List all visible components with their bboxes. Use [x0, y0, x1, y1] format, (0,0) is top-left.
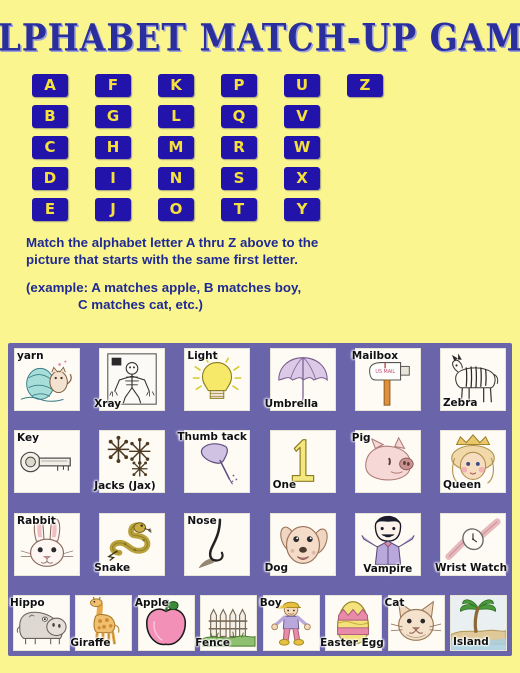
letter-tile-h[interactable]: H [95, 136, 131, 159]
picture-card-hippo[interactable]: Hippo [10, 594, 70, 651]
picture-label: Xray [94, 397, 122, 410]
picture-card-apple[interactable]: Apple [134, 594, 195, 651]
alphabet-column-6: Z [347, 74, 383, 221]
picture-card-pig[interactable]: Pig [351, 430, 421, 494]
alphabet-column-2: F G H I J [95, 74, 131, 221]
picture-card-rabbit[interactable]: Rabbit [14, 512, 80, 576]
picture-card-wristwatch[interactable]: Wrist Watch [435, 512, 507, 576]
picture-label: Nose [187, 514, 217, 527]
letter-tile-d[interactable]: D [32, 167, 68, 190]
picture-card-giraffe[interactable]: Giraffe [70, 594, 133, 651]
alphabet-column-4: P Q R S T [221, 74, 257, 221]
instruction-line-2: picture that starts with the same first … [26, 251, 298, 267]
picture-label: yarn [17, 350, 44, 362]
letter-tile-g[interactable]: G [95, 105, 131, 128]
picture-row-4: Hippo Giraffe Apple Fence Boy Easter Egg… [10, 594, 508, 651]
letter-tile-x[interactable]: X [284, 167, 320, 190]
picture-card-one[interactable]: One [269, 430, 336, 494]
picture-card-key[interactable]: Key [14, 430, 80, 494]
picture-card-queen[interactable]: Queen [439, 430, 506, 494]
letter-tile-c[interactable]: C [32, 136, 68, 159]
letter-tile-u[interactable]: U [284, 74, 320, 97]
letter-tile-z[interactable]: Z [347, 74, 383, 97]
mailbox-text: US MAIL [375, 369, 395, 375]
picture-label: Vampire [363, 563, 413, 576]
picture-card-xray[interactable]: Xray [94, 348, 166, 411]
picture-card-vampire[interactable]: Vampire [354, 512, 421, 576]
picture-label: Apple [134, 596, 169, 609]
picture-label: Easter Egg [320, 637, 384, 650]
page-title: ALPHABET MATCH-UP GAME [0, 15, 520, 59]
letter-tile-t[interactable]: T [221, 198, 257, 221]
picture-label: Fence [195, 637, 230, 650]
picture-label: Queen [442, 478, 482, 491]
picture-card-jacks[interactable]: Jacks (Jax) [94, 430, 166, 494]
letter-tile-i[interactable]: I [95, 167, 131, 190]
picture-card-nose[interactable]: Nose [184, 512, 251, 576]
alphabet-column-5: U V W X Y [284, 74, 320, 221]
picture-label: Cat [384, 596, 405, 609]
picture-label: Thumb tack [177, 431, 247, 444]
letter-tile-a[interactable]: A [32, 74, 68, 97]
title-bar: ALPHABET MATCH-UP GAME [0, 0, 520, 64]
picture-card-yarn[interactable]: yarn [14, 348, 80, 411]
letter-tile-s[interactable]: S [221, 167, 257, 190]
picture-card-easter-egg[interactable]: Easter Egg [320, 594, 384, 651]
picture-card-thumbtack[interactable]: Thumb tack [177, 430, 251, 494]
picture-label: Light [187, 350, 218, 362]
alphabet-grid: A B C D E F G H I J K L M N O P Q R S T … [0, 74, 520, 221]
letter-tile-n[interactable]: N [158, 167, 194, 190]
picture-card-snake[interactable]: Snake [94, 512, 166, 576]
instructions: Match the alphabet letter A thru Z above… [0, 221, 520, 313]
picture-card-boy[interactable]: Boy [259, 594, 320, 651]
picture-label: Jacks (Jax) [94, 479, 156, 492]
picture-label: One [272, 478, 297, 491]
picture-label: Zebra [442, 396, 478, 409]
picture-label: Key [17, 432, 39, 445]
picture-label: Dog [264, 562, 289, 575]
picture-panel: yarn Xray Light Umbrella US MAIL Mailbox… [8, 343, 512, 656]
letter-tile-b[interactable]: B [32, 105, 68, 128]
picture-label: Pig [351, 432, 371, 445]
picture-row-2: Key Jacks (Jax) Thumb tack One Pig Queen [12, 430, 508, 494]
letter-tile-f[interactable]: F [95, 74, 131, 97]
picture-card-fence[interactable]: Fence [195, 594, 258, 651]
letter-tile-y[interactable]: Y [284, 198, 320, 221]
picture-card-umbrella[interactable]: Umbrella [265, 348, 336, 411]
letter-tile-q[interactable]: Q [221, 105, 257, 128]
letter-tile-w[interactable]: W [284, 136, 320, 159]
picture-card-cat[interactable]: Cat [384, 594, 445, 651]
picture-label: Giraffe [70, 637, 111, 650]
picture-card-dog[interactable]: Dog [265, 512, 336, 576]
letter-tile-j[interactable]: J [95, 198, 131, 221]
picture-label: Rabbit [17, 514, 56, 527]
picture-label: Mailbox [351, 350, 398, 362]
picture-row-3: Rabbit Snake Nose Dog Vampire Wrist Watc… [12, 512, 508, 576]
picture-card-light[interactable]: Light [184, 348, 251, 411]
letter-tile-e[interactable]: E [32, 198, 68, 221]
letter-tile-l[interactable]: L [158, 105, 194, 128]
instruction-example-1: (example: A matches apple, B matches boy… [26, 280, 302, 296]
instruction-line-1: Match the alphabet letter A thru Z above… [26, 235, 319, 250]
letter-tile-k[interactable]: K [158, 74, 194, 97]
alphabet-column-1: A B C D E [32, 74, 68, 221]
picture-label: Island [452, 636, 489, 649]
picture-card-island[interactable]: Island [449, 594, 507, 651]
picture-label: Snake [94, 562, 131, 575]
letter-tile-v[interactable]: V [284, 105, 320, 128]
picture-row-1: yarn Xray Light Umbrella US MAIL Mailbox… [12, 348, 508, 411]
picture-card-zebra[interactable]: Zebra [439, 348, 506, 411]
letter-tile-o[interactable]: O [158, 198, 194, 221]
letter-tile-m[interactable]: M [158, 136, 194, 159]
picture-label: Boy [259, 596, 282, 609]
picture-card-mailbox[interactable]: US MAIL Mailbox [351, 348, 421, 411]
picture-label: Wrist Watch [434, 562, 508, 575]
instruction-example-2: C matches cat, etc.) [78, 296, 203, 312]
alphabet-column-3: K L M N O [158, 74, 194, 221]
picture-label: Umbrella [264, 397, 319, 410]
letter-tile-p[interactable]: P [221, 74, 257, 97]
letter-tile-r[interactable]: R [221, 136, 257, 159]
picture-label: Hippo [10, 596, 45, 609]
